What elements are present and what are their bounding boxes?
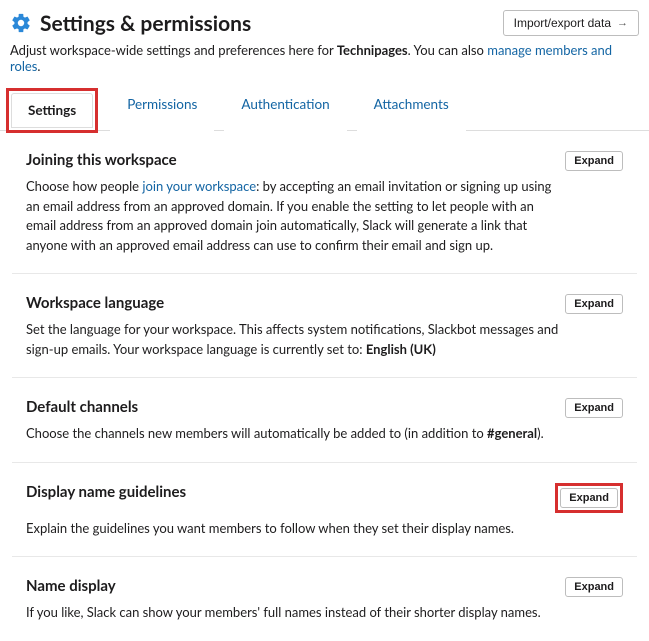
tab-attachments[interactable]: Attachments: [357, 87, 466, 131]
section-head: Joining this workspace Expand: [26, 151, 623, 171]
highlight-box: Expand: [555, 483, 623, 513]
desc-text: Set the language for your workspace. Thi…: [26, 321, 558, 357]
tabs: Settings Permissions Authentication Atta…: [0, 86, 649, 131]
content: Joining this workspace Expand Choose how…: [0, 131, 649, 641]
section-title: Joining this workspace: [26, 151, 177, 169]
subtitle-text: Adjust workspace-wide settings and prefe…: [10, 42, 337, 58]
section-desc: Explain the guidelines you want members …: [26, 519, 566, 539]
import-export-label: Import/export data: [514, 16, 611, 30]
section-desc: Choose how people join your workspace: b…: [26, 177, 566, 255]
section-head: Default channels Expand: [26, 398, 623, 418]
import-export-button[interactable]: Import/export data →: [503, 10, 639, 36]
title-group: Settings & permissions: [10, 11, 251, 36]
desc-text: Choose how people: [26, 178, 142, 194]
section-title: Display name guidelines: [26, 483, 186, 501]
expand-button[interactable]: Expand: [560, 488, 618, 508]
header: Settings & permissions Import/export dat…: [0, 0, 649, 42]
channel-general: #general: [487, 425, 537, 441]
section-desc: Choose the channels new members will aut…: [26, 424, 566, 444]
join-workspace-link[interactable]: join your workspace: [142, 178, 256, 194]
desc-text: Choose the channels new members will aut…: [26, 425, 487, 441]
arrow-right-icon: →: [617, 17, 628, 29]
section-title: Workspace language: [26, 294, 164, 312]
expand-button[interactable]: Expand: [565, 577, 623, 597]
workspace-name: Technipages: [337, 42, 408, 58]
language-value: English (UK): [366, 341, 436, 357]
tab-authentication[interactable]: Authentication: [224, 87, 346, 131]
section-language: Workspace language Expand Set the langua…: [12, 274, 637, 378]
expand-button[interactable]: Expand: [565, 294, 623, 314]
section-head: Name display Expand: [26, 577, 623, 597]
expand-button[interactable]: Expand: [565, 398, 623, 418]
section-title: Name display: [26, 577, 116, 595]
section-desc: If you like, Slack can show your members…: [26, 603, 566, 623]
highlight-box: Settings: [6, 88, 98, 133]
gear-icon: [10, 12, 32, 34]
section-title: Default channels: [26, 398, 138, 416]
section-head: Display name guidelines Expand: [26, 483, 623, 513]
tab-permissions[interactable]: Permissions: [110, 87, 214, 131]
section-desc: Set the language for your workspace. Thi…: [26, 320, 566, 359]
subtitle: Adjust workspace-wide settings and prefe…: [0, 42, 649, 86]
section-joining: Joining this workspace Expand Choose how…: [12, 131, 637, 274]
tab-settings[interactable]: Settings: [11, 93, 93, 128]
section-display-guidelines: Display name guidelines Expand Explain t…: [12, 463, 637, 558]
section-name-display: Name display Expand If you like, Slack c…: [12, 557, 637, 641]
subtitle-text: . You can also: [408, 42, 488, 58]
expand-button[interactable]: Expand: [565, 151, 623, 171]
section-head: Workspace language Expand: [26, 294, 623, 314]
page-title: Settings & permissions: [40, 11, 251, 36]
subtitle-text: .: [37, 58, 40, 74]
section-default-channels: Default channels Expand Choose the chann…: [12, 378, 637, 463]
desc-text: ).: [537, 425, 544, 441]
